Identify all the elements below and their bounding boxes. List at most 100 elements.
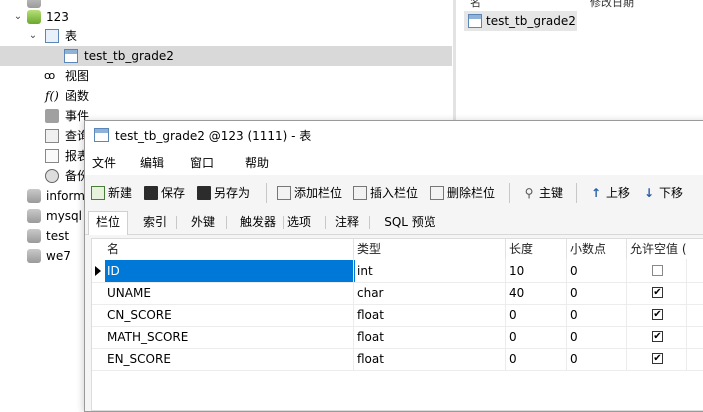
save-as-label: 另存为: [214, 186, 251, 200]
folder-label: 视图: [65, 69, 90, 83]
field-name-cell[interactable]: UNAME: [105, 282, 355, 304]
menu-edit[interactable]: 编辑: [140, 151, 164, 175]
object-item-label: test_tb_grade2: [486, 14, 576, 28]
field-name-cell[interactable]: MATH_SCORE: [105, 326, 355, 348]
event-icon: [45, 109, 59, 123]
tab-triggers[interactable]: 触发器: [232, 212, 284, 233]
tree-folder-views[interactable]: ꝏ 视图: [0, 66, 452, 86]
insert-field-label: 插入栏位: [370, 186, 419, 200]
save-icon: [144, 186, 158, 200]
object-item-test-tb-grade2[interactable]: test_tb_grade2: [464, 11, 577, 31]
column-divider: [505, 259, 506, 370]
checkbox-unchecked-icon[interactable]: [652, 265, 663, 276]
field-decimals-cell[interactable]: 0: [570, 304, 578, 326]
fields-grid: 名 类型 长度 小数点 允许空值 ( ID int 10 0 UNAME char 40 0 ✔…: [91, 238, 703, 411]
field-type-cell[interactable]: float: [357, 348, 384, 370]
header-divider: [566, 239, 567, 259]
table-icon: [94, 128, 109, 142]
database-icon: [27, 229, 41, 243]
column-divider: [353, 259, 354, 370]
field-length-cell[interactable]: 0: [509, 326, 517, 348]
folder-label: 函数: [65, 89, 90, 103]
table-folder-icon: [45, 29, 59, 43]
field-type-cell[interactable]: float: [357, 304, 384, 326]
tab-options[interactable]: 选项: [280, 212, 318, 233]
tab-foreign-keys[interactable]: 外键: [184, 212, 222, 233]
table-row[interactable]: UNAME char 40 0 ✔: [92, 282, 703, 305]
tab-comment[interactable]: 注释: [328, 212, 366, 233]
chevron-down-icon[interactable]: ⌄: [27, 26, 39, 46]
tab-divider: [176, 216, 177, 229]
column-header-length[interactable]: 长度: [509, 239, 533, 259]
move-up-label: 上移: [606, 186, 631, 200]
database-icon: [27, 10, 41, 24]
tree-folder-functions[interactable]: f() 函数: [0, 86, 452, 106]
key-icon: ⚲: [524, 186, 534, 200]
table-icon: [468, 14, 482, 28]
table-row[interactable]: EN_SCORE float 0 0 ✔: [92, 348, 703, 371]
toolbar-divider: [509, 183, 510, 203]
field-name-cell[interactable]: CN_SCORE: [105, 304, 355, 326]
field-type-cell[interactable]: float: [357, 326, 384, 348]
checkbox-checked-icon[interactable]: ✔: [652, 331, 663, 342]
database-icon: [27, 249, 41, 263]
table-row[interactable]: ID int 10 0: [92, 260, 703, 283]
db-label: 123: [46, 10, 69, 24]
field-decimals-cell[interactable]: 0: [570, 260, 578, 282]
field-decimals-cell[interactable]: 0: [570, 282, 578, 304]
field-decimals-cell[interactable]: 0: [570, 348, 578, 370]
field-length-cell[interactable]: 10: [509, 260, 524, 282]
table-row[interactable]: CN_SCORE float 0 0 ✔: [92, 304, 703, 327]
tree-folder-tables[interactable]: ⌄ 表: [0, 26, 452, 46]
window-titlebar[interactable]: test_tb_grade2 @123 (1111) - 表: [85, 121, 703, 151]
checkbox-checked-icon[interactable]: ✔: [652, 287, 663, 298]
menu-help[interactable]: 帮助: [245, 151, 269, 175]
field-type-cell[interactable]: int: [357, 260, 373, 282]
header-divider: [353, 239, 354, 259]
checkbox-checked-icon[interactable]: ✔: [652, 309, 663, 320]
database-icon: [27, 209, 41, 223]
field-name-cell[interactable]: ID: [105, 260, 355, 282]
menu-window[interactable]: 窗口: [190, 151, 214, 175]
table-row[interactable]: MATH_SCORE float 0 0 ✔: [92, 326, 703, 349]
move-down-label: 下移: [659, 186, 684, 200]
column-header-allow-null[interactable]: 允许空值 (: [630, 239, 687, 259]
tab-fields[interactable]: 栏位: [88, 211, 128, 235]
column-header-name[interactable]: 名: [107, 239, 119, 259]
chevron-down-icon[interactable]: ⌄: [12, 7, 24, 27]
tab-strip: 栏位 索引 外键 触发器 选项 注释 SQL 预览: [85, 210, 703, 235]
toolbar-divider: [266, 183, 267, 203]
toolbar-divider: [576, 183, 577, 203]
tree-db-123[interactable]: ⌄ 123: [0, 7, 452, 27]
delete-field-icon: [430, 186, 444, 200]
field-length-cell[interactable]: 40: [509, 282, 524, 304]
column-header-name[interactable]: 名: [470, 0, 481, 10]
query-icon: [45, 129, 59, 143]
database-icon: [27, 189, 41, 203]
delete-field-label: 删除栏位: [447, 186, 496, 200]
field-decimals-cell[interactable]: 0: [570, 326, 578, 348]
save-label: 保存: [161, 186, 186, 200]
tree-table-test-tb-grade2[interactable]: test_tb_grade2: [0, 46, 452, 66]
tab-sql-preview[interactable]: SQL 预览: [376, 212, 444, 233]
tab-divider: [226, 216, 227, 229]
add-field-label: 添加栏位: [294, 186, 343, 200]
tab-indexes[interactable]: 索引: [136, 212, 174, 233]
db-label: we7: [46, 249, 71, 263]
column-divider: [566, 259, 567, 370]
column-header-decimals[interactable]: 小数点: [570, 239, 606, 259]
table-design-window: test_tb_grade2 @123 (1111) - 表 文件 编辑 窗口 …: [84, 120, 703, 412]
column-header-modified[interactable]: 修改日期: [590, 0, 634, 10]
table-icon: [64, 49, 78, 63]
field-length-cell[interactable]: 0: [509, 304, 517, 326]
new-label: 新建: [108, 186, 133, 200]
field-length-cell[interactable]: 0: [509, 348, 517, 370]
field-name-cell[interactable]: EN_SCORE: [105, 348, 355, 370]
checkbox-checked-icon[interactable]: ✔: [652, 353, 663, 364]
column-divider: [686, 259, 687, 370]
menu-file[interactable]: 文件: [92, 151, 116, 175]
column-header-type[interactable]: 类型: [357, 239, 381, 259]
menu-bar: 文件 编辑 窗口 帮助: [85, 151, 703, 175]
field-type-cell[interactable]: char: [357, 282, 384, 304]
window-title: test_tb_grade2 @123 (1111) - 表: [115, 129, 312, 143]
